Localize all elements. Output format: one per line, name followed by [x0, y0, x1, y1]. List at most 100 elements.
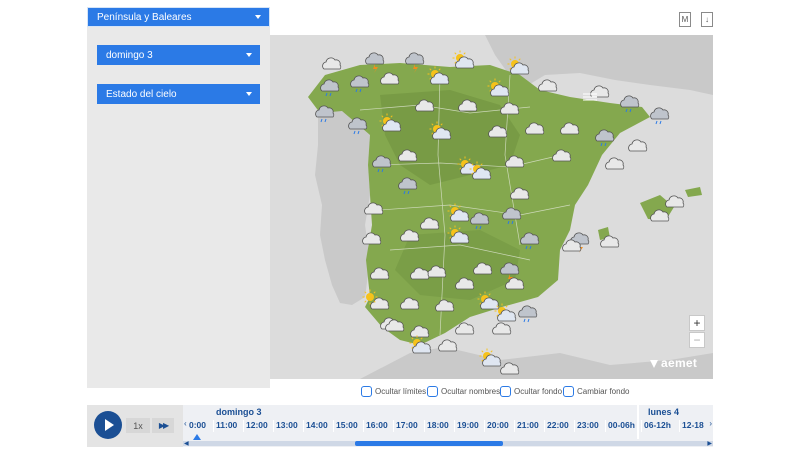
- map-app: Península y Baleares domingo 3 Estado de…: [0, 0, 800, 450]
- day-separator: [637, 405, 639, 439]
- hour-separator: [454, 420, 455, 432]
- timeline-hour[interactable]: 17:00: [396, 420, 418, 430]
- layer-select[interactable]: Estado del cielo: [97, 84, 260, 104]
- fast-forward-button[interactable]: ▶▶: [152, 418, 174, 433]
- side-panel: [87, 27, 270, 388]
- fast-forward-icon: ▶▶: [158, 421, 169, 430]
- change-background-checkbox[interactable]: Cambiar fondo: [563, 386, 629, 397]
- timeline-scrollbar[interactable]: ◀ ▶: [183, 440, 713, 447]
- hour-separator: [574, 420, 575, 432]
- day-label: domingo 3: [216, 407, 262, 417]
- cloud-icon: [538, 79, 558, 92]
- day-label: lunes 4: [648, 407, 680, 417]
- day-select-label: domingo 3: [106, 49, 153, 61]
- timeline-hour[interactable]: 12-18: [682, 420, 704, 430]
- cloud-icon: [492, 322, 512, 335]
- hour-separator: [303, 420, 304, 432]
- timeline-hour[interactable]: 22:00: [547, 420, 569, 430]
- scroll-right-icon[interactable]: ▶: [707, 440, 712, 447]
- timeline-hour[interactable]: 21:00: [517, 420, 539, 430]
- region-select-label: Península y Baleares: [97, 11, 192, 23]
- day-select[interactable]: domingo 3: [97, 45, 260, 65]
- sun-cloud-icon: [452, 50, 475, 69]
- checkbox-box[interactable]: [563, 386, 574, 397]
- hide-limits-checkbox[interactable]: Ocultar límites: [361, 386, 426, 397]
- timeline-current-marker: [193, 434, 201, 440]
- timeline-hour[interactable]: 06-12h: [644, 420, 671, 430]
- play-icon: [105, 419, 114, 431]
- timeline-hour[interactable]: 14:00: [306, 420, 328, 430]
- layer-select-label: Estado del cielo: [106, 88, 177, 100]
- portugal-land: [315, 110, 370, 305]
- zoom-out-label: −: [693, 333, 701, 347]
- hour-separator: [514, 420, 515, 432]
- speed-button[interactable]: 1x: [126, 418, 150, 433]
- change-background-label: Cambiar fondo: [577, 387, 630, 396]
- timeline-scroll-thumb[interactable]: [355, 441, 503, 446]
- checkbox-box[interactable]: [427, 386, 438, 397]
- hour-separator: [605, 420, 606, 432]
- weather-map[interactable]: [270, 35, 713, 379]
- hour-separator: [424, 420, 425, 432]
- zoom-in-button[interactable]: +: [689, 315, 705, 331]
- timeline-hour[interactable]: 18:00: [427, 420, 449, 430]
- region-select[interactable]: Península y Baleares: [87, 7, 270, 27]
- download-icon[interactable]: ↓: [701, 12, 713, 27]
- checkbox-box[interactable]: [500, 386, 511, 397]
- timeline-hour[interactable]: 13:00: [276, 420, 298, 430]
- cloud-icon: [590, 85, 610, 98]
- timeline-hour[interactable]: 0:00: [189, 420, 206, 430]
- rain-icon: [518, 305, 538, 323]
- map-canvas: [308, 35, 713, 379]
- hide-names-label: Ocultar nombres: [441, 387, 501, 396]
- hide-background-checkbox[interactable]: Ocultar fondo: [500, 386, 562, 397]
- aemet-logo-text: aemet: [661, 356, 698, 370]
- cloud-icon: [665, 195, 685, 208]
- rain-icon: [650, 107, 670, 125]
- hour-separator: [484, 420, 485, 432]
- hide-background-label: Ocultar fondo: [514, 387, 563, 396]
- balearic-menorca: [685, 187, 702, 197]
- map-mode-icon[interactable]: M: [679, 12, 691, 27]
- chevron-down-icon: [246, 92, 252, 96]
- checkbox-box[interactable]: [361, 386, 372, 397]
- map-mode-label: M: [681, 15, 689, 24]
- timeline-hour[interactable]: 19:00: [457, 420, 479, 430]
- timeline-right-arrow-icon[interactable]: ›: [709, 419, 712, 428]
- hour-separator: [679, 420, 680, 432]
- hour-separator: [393, 420, 394, 432]
- zoom-in-label: +: [693, 316, 701, 330]
- timeline-hour[interactable]: 20:00: [487, 420, 509, 430]
- hide-limits-label: Ocultar límites: [375, 387, 427, 396]
- chevron-down-icon: [246, 53, 252, 57]
- hide-names-checkbox[interactable]: Ocultar nombres: [427, 386, 500, 397]
- cloud-icon: [628, 139, 648, 152]
- aemet-logo-icon: [649, 358, 659, 368]
- timeline-hour[interactable]: 11:00: [216, 420, 237, 430]
- timeline-left-arrow-icon[interactable]: ‹: [184, 419, 187, 428]
- cloud-icon: [455, 322, 475, 335]
- hour-separator: [363, 420, 364, 432]
- timeline-hour[interactable]: 16:00: [366, 420, 388, 430]
- aemet-logo: aemet: [649, 356, 697, 370]
- chevron-down-icon: [255, 15, 261, 19]
- hour-separator: [544, 420, 545, 432]
- hour-separator: [273, 420, 274, 432]
- hour-separator: [333, 420, 334, 432]
- play-button[interactable]: [94, 411, 122, 439]
- cloud-icon: [605, 157, 625, 170]
- download-label: ↓: [705, 15, 709, 24]
- hour-separator: [641, 420, 642, 432]
- timeline-hour[interactable]: 15:00: [336, 420, 358, 430]
- cloud-icon: [322, 57, 342, 70]
- hour-separator: [243, 420, 244, 432]
- cloud-icon: [438, 339, 458, 352]
- speed-label: 1x: [133, 420, 143, 431]
- timeline-hour[interactable]: 00-06h: [608, 420, 635, 430]
- hour-separator: [213, 420, 214, 432]
- timeline-hour[interactable]: 23:00: [577, 420, 599, 430]
- zoom-out-button[interactable]: −: [689, 332, 705, 348]
- scroll-left-icon[interactable]: ◀: [184, 440, 189, 447]
- timeline[interactable]: ‹ › domingo 3 lunes 4 0:00 11:00 12:00 13:0…: [183, 405, 713, 447]
- timeline-hour[interactable]: 12:00: [246, 420, 268, 430]
